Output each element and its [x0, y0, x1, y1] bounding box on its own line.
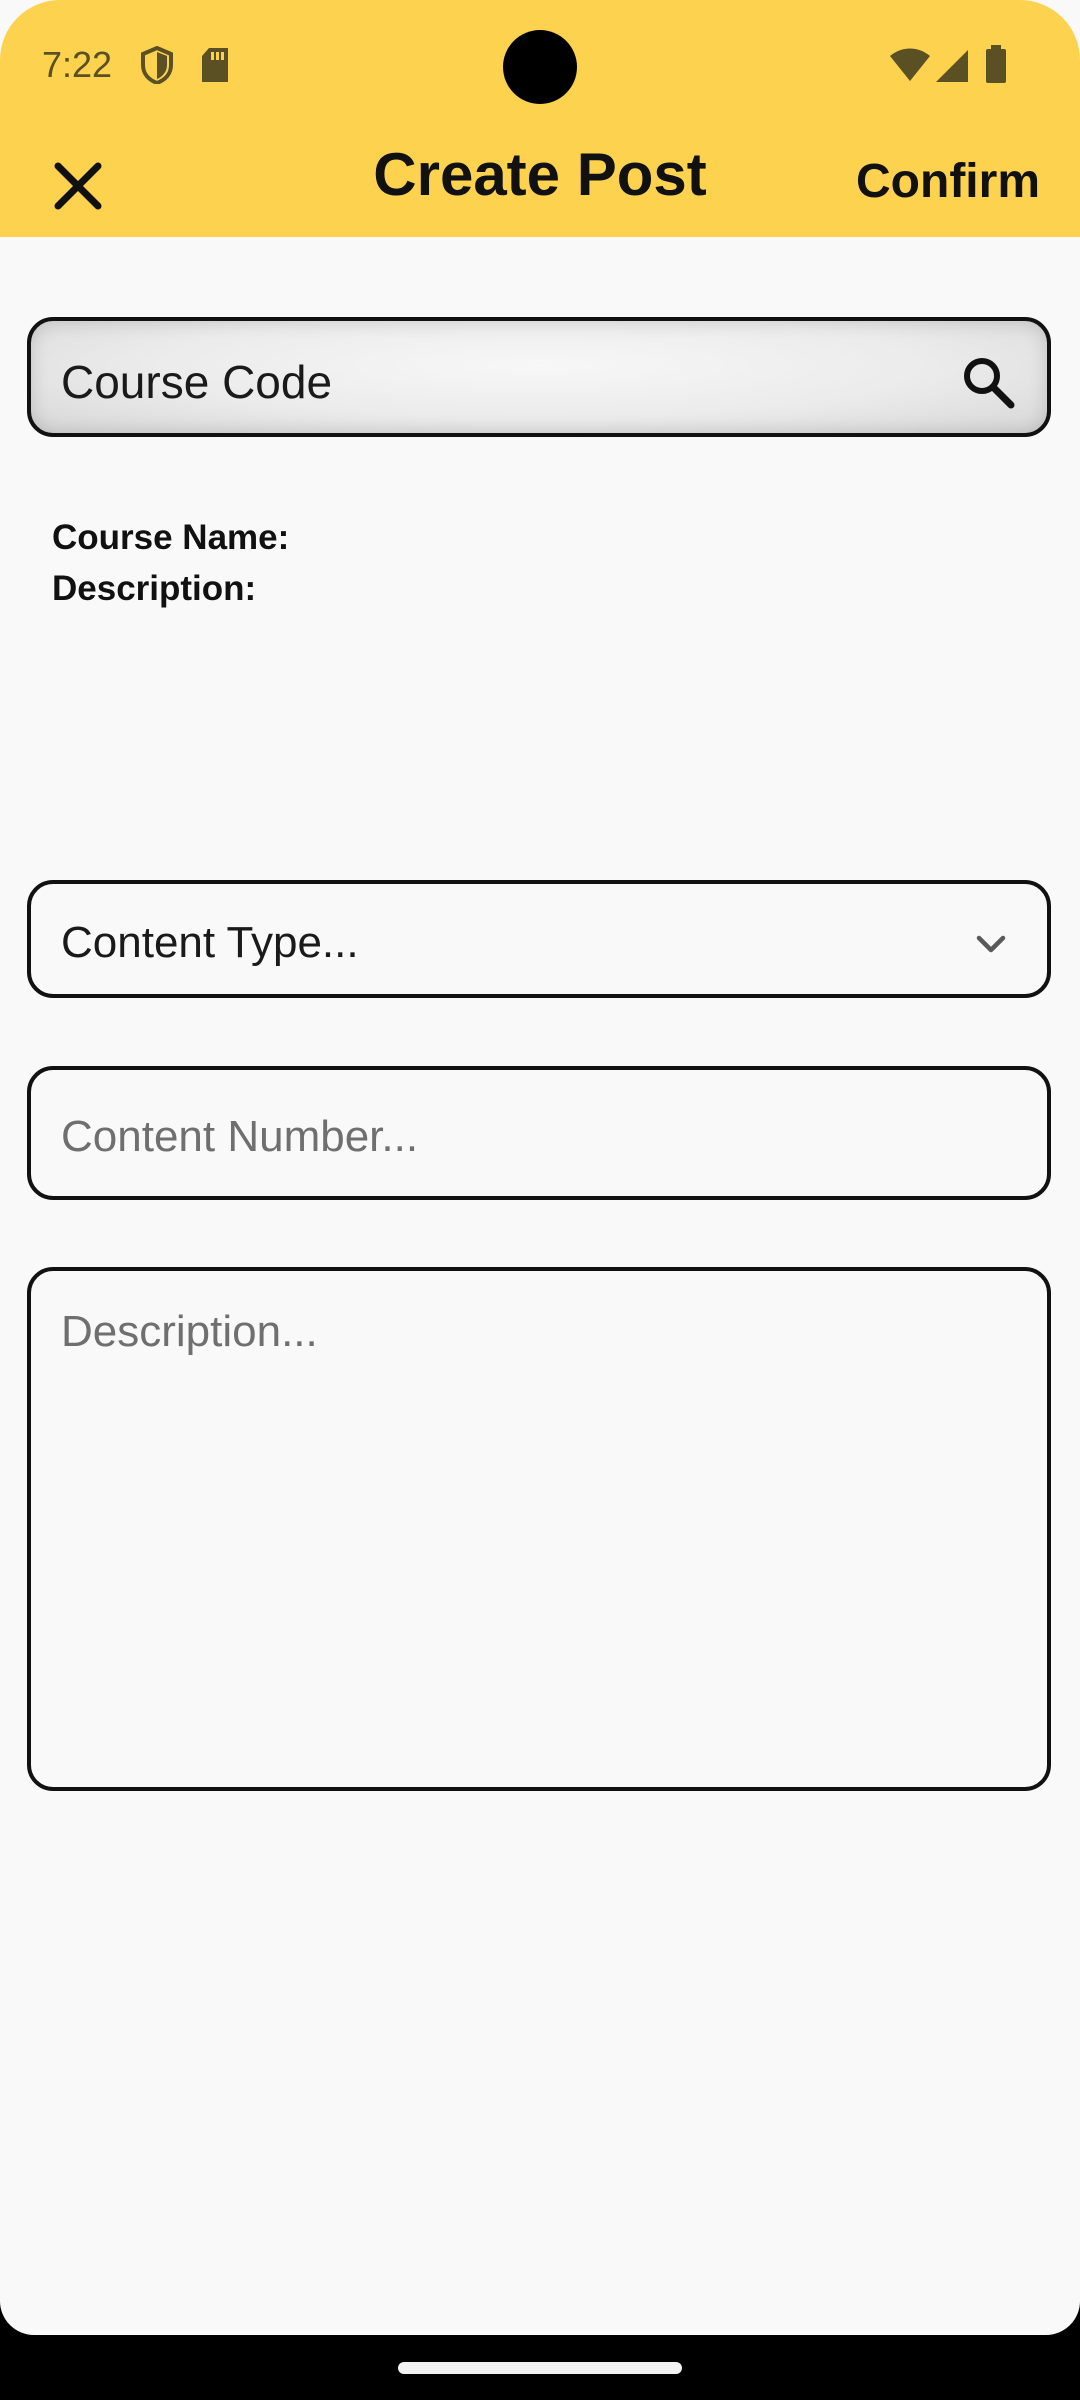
battery-icon: [986, 45, 1006, 83]
search-icon[interactable]: [961, 355, 1015, 409]
confirm-button[interactable]: Confirm: [856, 154, 1040, 209]
wifi-icon: [890, 48, 930, 81]
description-placeholder: Description...: [61, 1307, 318, 1356]
course-code-search-field[interactable]: Course Code: [27, 317, 1051, 437]
content-number-field[interactable]: Content Number...: [27, 1066, 1051, 1200]
status-time: 7:22: [42, 44, 113, 85]
app-screen: 7:22 Create Post Confirm Course Code Cou…: [0, 0, 1080, 2335]
gesture-nav-handle[interactable]: [398, 2362, 682, 2374]
signal-icon: [936, 50, 968, 82]
status-bar: 7:22: [0, 0, 1080, 130]
content-type-dropdown[interactable]: Content Type...: [27, 880, 1051, 998]
content-number-placeholder: Content Number...: [61, 1112, 419, 1161]
course-description-label: Description:: [52, 569, 257, 608]
description-field[interactable]: Description...: [27, 1267, 1051, 1791]
course-code-input[interactable]: Course Code: [61, 355, 332, 409]
course-name-label: Course Name:: [52, 518, 290, 557]
app-bar: Create Post Confirm: [0, 130, 1080, 237]
sd-card-icon: [202, 48, 228, 82]
camera-cutout: [503, 30, 577, 104]
shield-icon: [141, 46, 173, 84]
content-type-placeholder: Content Type...: [61, 918, 359, 967]
chevron-down-icon: [976, 935, 1006, 953]
